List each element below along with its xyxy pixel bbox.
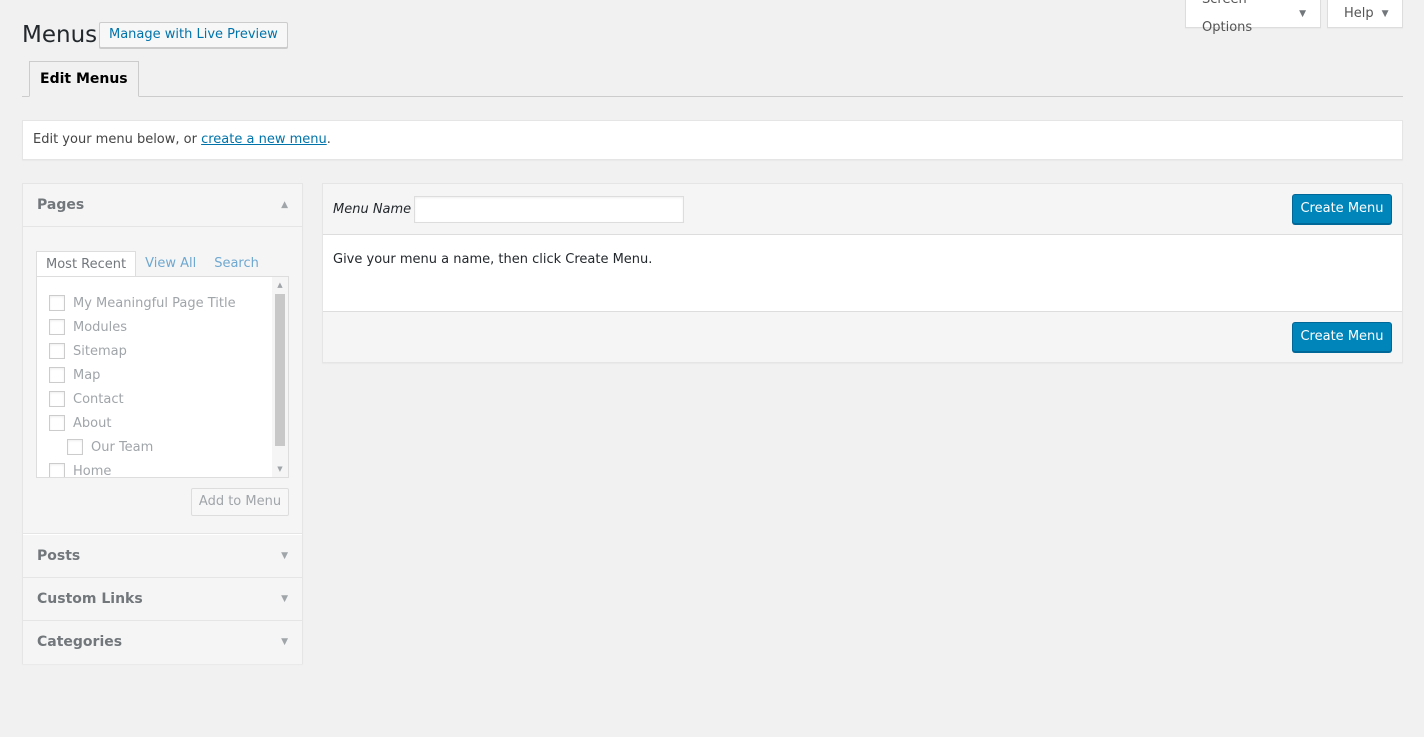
- help-button[interactable]: Help ▼: [1327, 0, 1403, 28]
- list-item-label: My Meaningful Page Title: [73, 295, 236, 311]
- menu-header: Menu Name Create Menu: [323, 184, 1402, 235]
- list-item[interactable]: Home: [49, 463, 112, 478]
- section-posts-header[interactable]: Posts ▼: [23, 535, 302, 578]
- create-new-menu-link[interactable]: create a new menu: [201, 132, 327, 147]
- menu-footer: Create Menu: [323, 311, 1402, 362]
- notice-bar: Edit your menu below, or create a new me…: [22, 120, 1403, 160]
- section-pages-label: Pages: [37, 197, 85, 213]
- menu-name-label: Menu Name: [333, 202, 412, 217]
- checkbox[interactable]: [49, 415, 65, 431]
- list-item[interactable]: Modules: [49, 319, 127, 335]
- tabs-divider: [22, 96, 1403, 97]
- help-label: Help: [1344, 5, 1374, 21]
- scrollbar[interactable]: ▲ ▼: [272, 277, 288, 477]
- list-item-label: Modules: [73, 319, 128, 335]
- menu-management-panel: Menu Name Create Menu Give your menu a n…: [322, 183, 1403, 363]
- tab-view-all[interactable]: View All: [136, 251, 205, 277]
- caret-down-icon: ▼: [1299, 8, 1306, 19]
- checkbox[interactable]: [49, 295, 65, 311]
- menu-name-input[interactable]: [414, 196, 684, 223]
- checkbox[interactable]: [49, 343, 65, 359]
- list-item[interactable]: Sitemap: [49, 343, 127, 359]
- live-preview-button[interactable]: Manage with Live Preview: [99, 22, 288, 48]
- section-custom-links-header[interactable]: Custom Links ▼: [23, 578, 302, 621]
- tab-most-recent[interactable]: Most Recent: [36, 251, 137, 277]
- notice-suffix: .: [326, 132, 331, 147]
- caret-down-icon: ▼: [281, 637, 288, 647]
- checkbox[interactable]: [49, 319, 65, 335]
- list-item-label: Sitemap: [73, 343, 127, 359]
- section-custom-links-label: Custom Links: [37, 591, 143, 607]
- list-item[interactable]: Contact: [49, 391, 124, 407]
- section-categories-header[interactable]: Categories ▼: [23, 621, 302, 664]
- section-pages-header[interactable]: Pages ▲: [23, 184, 302, 227]
- tab-search[interactable]: Search: [205, 251, 268, 277]
- caret-up-icon: ▲: [281, 200, 288, 210]
- list-item[interactable]: Map: [49, 367, 100, 383]
- list-item[interactable]: My Meaningful Page Title: [49, 295, 236, 311]
- caret-down-icon: ▼: [1381, 8, 1389, 19]
- list-item-label: Contact: [73, 391, 124, 407]
- section-categories-label: Categories: [37, 634, 123, 650]
- create-menu-button[interactable]: Create Menu: [1292, 194, 1392, 224]
- section-posts-label: Posts: [37, 548, 81, 564]
- scroll-up-icon[interactable]: ▲: [272, 277, 288, 293]
- checkbox[interactable]: [49, 367, 65, 383]
- caret-down-icon: ▼: [281, 551, 288, 561]
- screen-options-label: Screen Options: [1202, 0, 1253, 35]
- scroll-down-icon[interactable]: ▼: [272, 461, 288, 477]
- checkbox[interactable]: [49, 463, 65, 477]
- scroll-thumb[interactable]: [275, 294, 285, 446]
- notice-text: Edit your menu below, or: [33, 132, 202, 147]
- checkbox[interactable]: [49, 391, 65, 407]
- checkbox[interactable]: [67, 439, 83, 455]
- create-menu-button-footer[interactable]: Create Menu: [1292, 322, 1392, 352]
- list-item[interactable]: About: [49, 415, 111, 431]
- menu-instructions: Give your menu a name, then click Create…: [333, 252, 653, 267]
- screen-options-button[interactable]: Screen Options ▼: [1185, 0, 1321, 35]
- section-pages-body: Most Recent View All Search My Meaningfu…: [23, 227, 302, 534]
- add-to-menu-button[interactable]: Add to Menu: [191, 488, 289, 516]
- tab-edit-menus[interactable]: Edit Menus: [29, 61, 139, 97]
- page-title: Menus: [22, 22, 98, 48]
- list-item-label: Home: [73, 463, 112, 478]
- list-item-label: About: [73, 415, 112, 431]
- caret-down-icon: ▼: [281, 594, 288, 604]
- pages-tabs: Most Recent View All Search: [36, 251, 268, 277]
- list-item[interactable]: Our Team: [67, 439, 153, 455]
- pages-list: My Meaningful Page Title Modules Sitemap…: [36, 276, 289, 478]
- list-item-label: Our Team: [91, 439, 154, 455]
- add-menu-items-accordion: Pages ▲ Most Recent View All Search My M…: [22, 183, 303, 664]
- list-item-label: Map: [73, 367, 101, 383]
